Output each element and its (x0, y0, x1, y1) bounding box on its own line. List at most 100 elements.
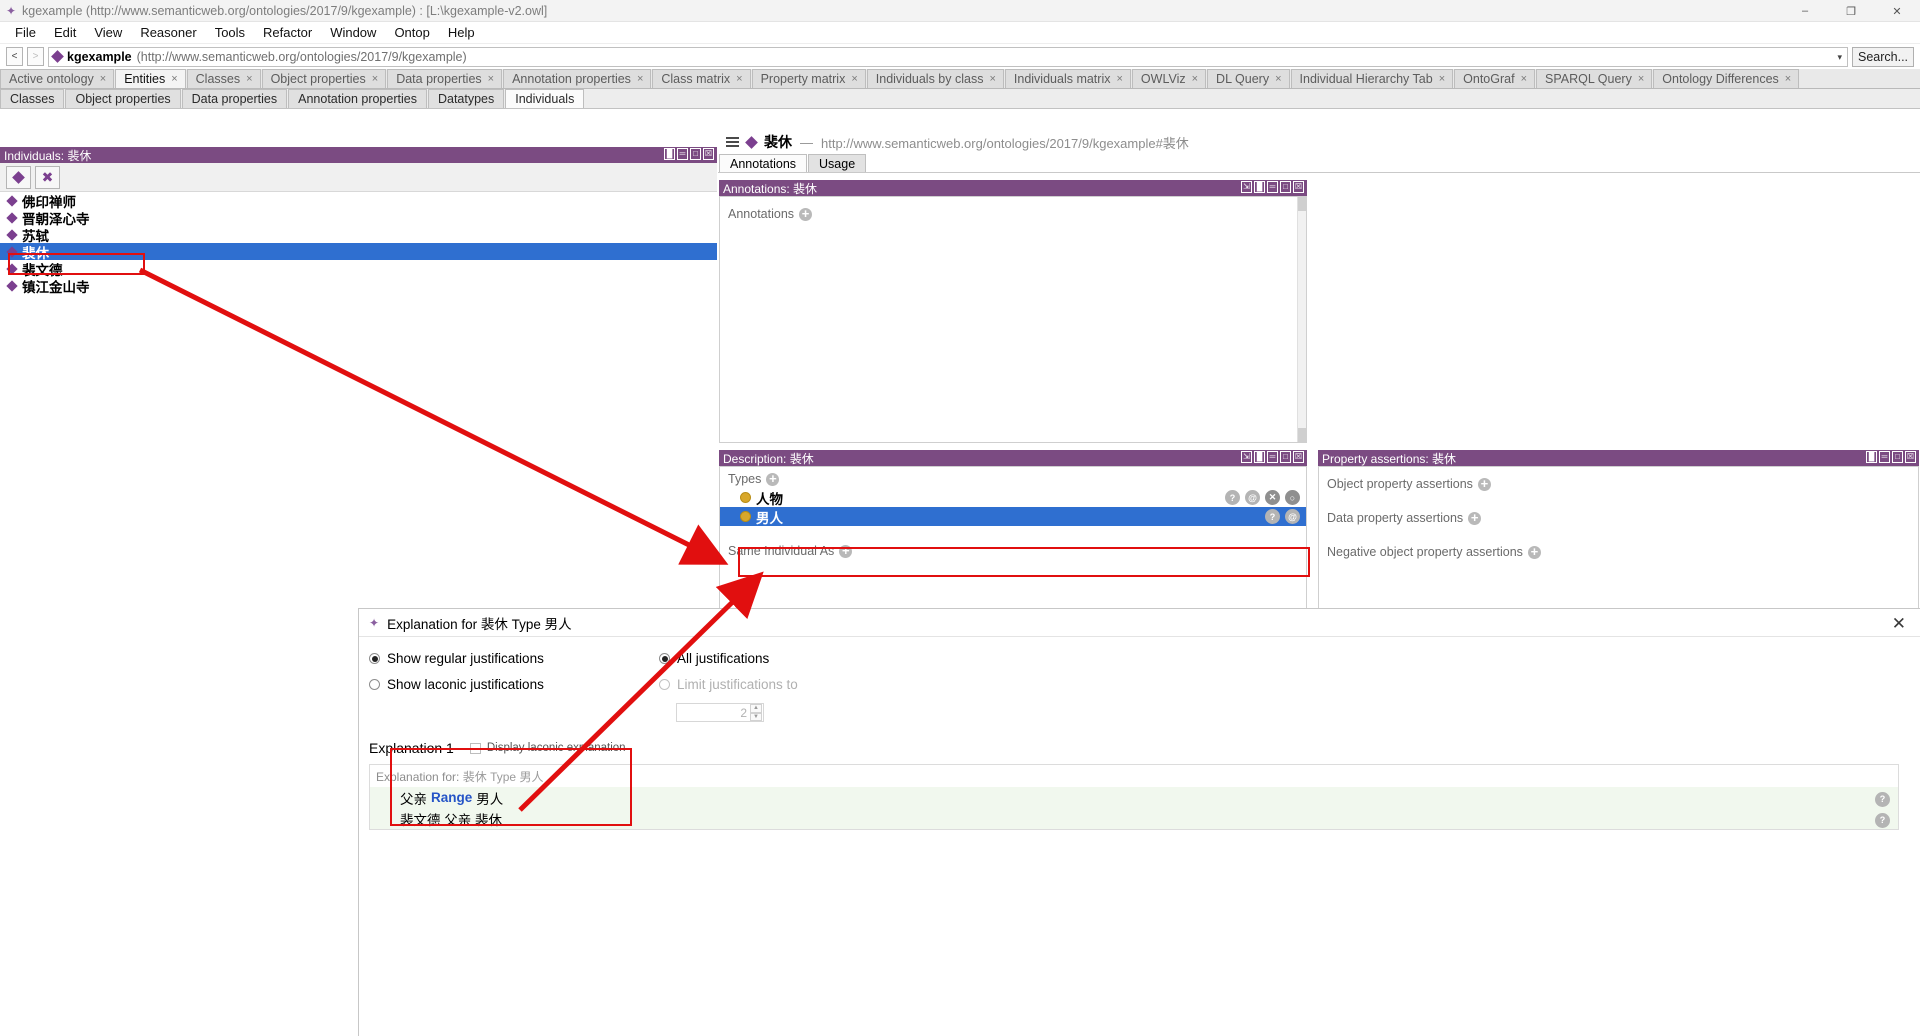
maximize-button[interactable]: ❐ (1828, 0, 1874, 22)
close-panel-icon[interactable]: ☒ (1293, 181, 1304, 193)
tab-active-ontology[interactable]: Active ontology × (0, 69, 115, 88)
add-object-property-assertion-button[interactable] (1477, 477, 1491, 491)
minimize-panel-icon[interactable]: ═ (677, 148, 688, 160)
annotate-button[interactable]: @ (1285, 509, 1300, 524)
option-all-justifications[interactable]: All justifications (659, 651, 798, 666)
add-negative-object-property-assertion-button[interactable] (1527, 545, 1541, 559)
close-tab-icon[interactable]: × (989, 73, 995, 85)
menu-edit[interactable]: Edit (45, 23, 85, 42)
radio-all-justifications[interactable] (659, 653, 670, 664)
tab-sparql-query[interactable]: SPARQL Query × (1536, 69, 1653, 88)
display-laconic-explanation-option[interactable]: Display laconic explanation (469, 742, 626, 754)
menu-tools[interactable]: Tools (206, 23, 254, 42)
close-panel-icon[interactable]: ☒ (1293, 451, 1304, 463)
tab-owlviz[interactable]: OWLViz × (1131, 69, 1207, 88)
list-item[interactable]: 裴休 (0, 243, 717, 261)
maximize-panel-icon[interactable]: □ (690, 148, 701, 160)
tab-entities[interactable]: Entities × (115, 69, 186, 88)
close-tab-icon[interactable]: × (1638, 73, 1644, 85)
minimize-panel-icon[interactable]: ═ (1267, 451, 1278, 463)
add-individual-button[interactable] (6, 165, 31, 189)
stepper-down-icon[interactable]: ▼ (750, 712, 762, 721)
checkbox-display-laconic-explanation[interactable] (469, 742, 481, 754)
close-tab-icon[interactable]: × (1439, 73, 1445, 85)
axiom-row[interactable]: 裴文德 父亲 裴休 ? (370, 808, 1898, 829)
tab-individuals-matrix[interactable]: Individuals matrix × (1004, 69, 1131, 88)
chevron-down-icon[interactable]: ▾ (1837, 52, 1842, 63)
maximize-panel-icon[interactable]: □ (1280, 181, 1291, 193)
stepper-up-icon[interactable]: ▲ (750, 704, 762, 713)
close-tab-icon[interactable]: × (851, 73, 857, 85)
menu-window[interactable]: Window (321, 23, 385, 42)
nav-forward-button[interactable]: > (27, 47, 44, 66)
add-same-individual-button[interactable] (839, 544, 853, 558)
menu-file[interactable]: File (6, 23, 45, 42)
list-item[interactable]: 晋朝泽心寺 (0, 209, 717, 227)
add-annotation-button[interactable] (799, 207, 813, 221)
option-show-regular-justifications[interactable]: Show regular justifications (369, 651, 579, 666)
add-type-button[interactable] (766, 472, 780, 486)
split-view-icon[interactable]: ▐▌ (1866, 451, 1877, 463)
tab-individual-hierarchy-tab[interactable]: Individual Hierarchy Tab × (1290, 69, 1454, 88)
close-tab-icon[interactable]: × (488, 73, 494, 85)
entity-tab-usage[interactable]: Usage (808, 154, 867, 172)
annotate-button[interactable]: @ (1245, 490, 1260, 505)
radio-show-regular-justifications[interactable] (369, 653, 380, 664)
close-tab-icon[interactable]: × (171, 73, 177, 85)
axiom-help-button[interactable]: ? (1875, 812, 1890, 828)
tab-class-matrix[interactable]: Class matrix × (652, 69, 751, 88)
close-button[interactable]: ✕ (1874, 0, 1920, 22)
radio-show-laconic-justifications[interactable] (369, 679, 380, 690)
close-tab-icon[interactable]: × (1192, 73, 1198, 85)
limit-justifications-stepper[interactable]: 2 ▲ ▼ (676, 703, 764, 722)
menu-ontop[interactable]: Ontop (385, 23, 438, 42)
list-item[interactable]: 裴文德 (0, 260, 717, 278)
tab-ontology-differences[interactable]: Ontology Differences × (1653, 69, 1800, 88)
close-tab-icon[interactable]: × (637, 73, 643, 85)
axiom-help-button[interactable]: ? (1875, 791, 1890, 807)
minimize-panel-icon[interactable]: ═ (1879, 451, 1890, 463)
tab-data-properties[interactable]: Data properties × (387, 69, 503, 88)
close-tab-icon[interactable]: × (372, 73, 378, 85)
list-item[interactable]: 镇江金山寺 (0, 277, 717, 295)
close-tab-icon[interactable]: × (100, 73, 106, 85)
delete-individual-button[interactable]: ✖ (35, 165, 60, 189)
menu-burger-icon[interactable] (726, 137, 739, 147)
minimize-button[interactable]: – (1782, 0, 1828, 22)
close-tab-icon[interactable]: × (1521, 73, 1527, 85)
edit-button[interactable]: ○ (1285, 490, 1300, 505)
tab-ontograf[interactable]: OntoGraf × (1454, 69, 1535, 88)
subtab-annotation-properties[interactable]: Annotation properties (288, 89, 427, 108)
close-tab-icon[interactable]: × (246, 73, 252, 85)
type-row[interactable]: 人物? @ ✕ ○ (720, 488, 1306, 507)
tab-dl-query[interactable]: DL Query × (1207, 69, 1290, 88)
type-row[interactable]: 男人? @ (720, 507, 1306, 526)
subtab-datatypes[interactable]: Datatypes (427, 89, 505, 108)
menu-help[interactable]: Help (439, 23, 484, 42)
delete-button[interactable]: ✕ (1265, 490, 1280, 505)
explain-button[interactable]: ? (1225, 490, 1240, 505)
split-view-icon[interactable]: ▐▌ (1254, 181, 1265, 193)
split-view-icon[interactable]: ▐▌ (664, 148, 675, 160)
explain-button[interactable]: ? (1265, 509, 1280, 524)
popout-panel-icon[interactable]: ⇲ (1241, 451, 1252, 463)
close-panel-icon[interactable]: ☒ (1905, 451, 1916, 463)
close-tab-icon[interactable]: × (1275, 73, 1281, 85)
list-item[interactable]: 苏轼 (0, 226, 717, 244)
annotations-scrollbar[interactable] (1297, 197, 1307, 442)
option-limit-justifications[interactable]: Limit justifications to (659, 677, 798, 692)
maximize-panel-icon[interactable]: □ (1280, 451, 1291, 463)
stepper-arrows[interactable]: ▲ ▼ (750, 704, 762, 721)
split-view-icon[interactable]: ▐▌ (1254, 451, 1265, 463)
option-show-laconic-justifications[interactable]: Show laconic justifications (369, 677, 579, 692)
subtab-classes[interactable]: Classes (0, 89, 65, 108)
close-tab-icon[interactable]: × (1785, 73, 1791, 85)
tab-classes[interactable]: Classes × (186, 69, 261, 88)
menu-reasoner[interactable]: Reasoner (131, 23, 205, 42)
tab-annotation-properties[interactable]: Annotation properties × (503, 69, 652, 88)
maximize-panel-icon[interactable]: □ (1892, 451, 1903, 463)
individuals-list[interactable]: 佛印禅师 晋朝泽心寺 苏轼 裴休 裴文德 镇江金山寺 (0, 192, 717, 295)
close-tab-icon[interactable]: × (1116, 73, 1122, 85)
minimize-panel-icon[interactable]: ═ (1267, 181, 1278, 193)
subtab-individuals[interactable]: Individuals (505, 89, 585, 108)
